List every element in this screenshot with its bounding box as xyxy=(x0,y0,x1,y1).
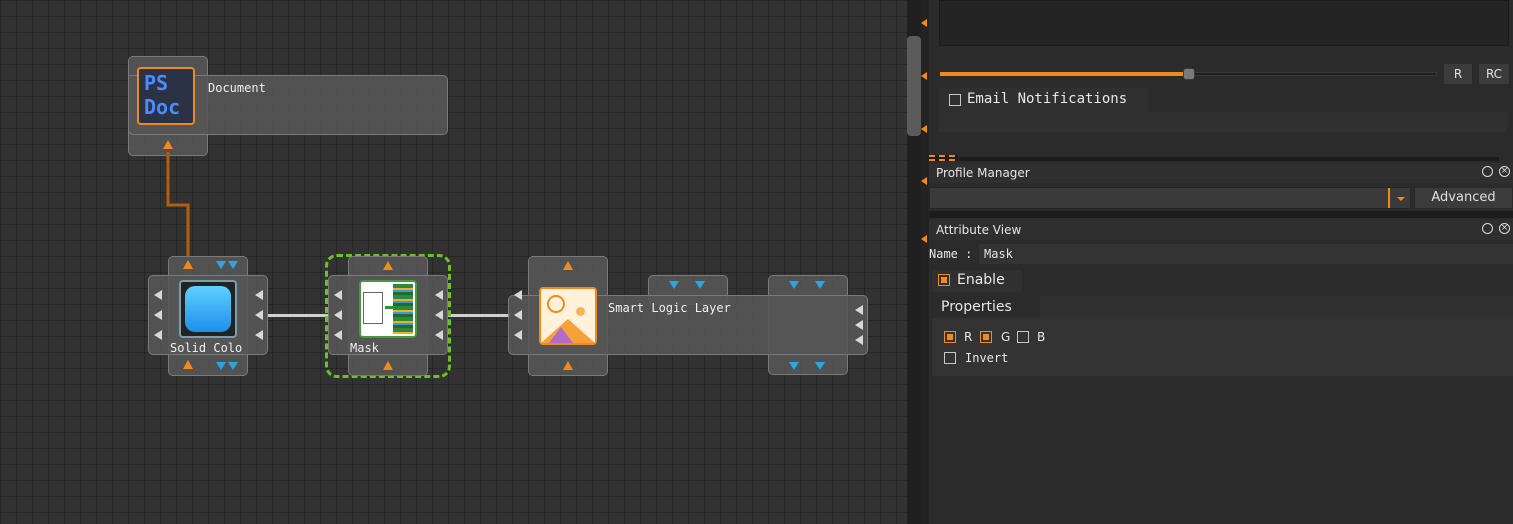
profile-manager-minimize-icon[interactable] xyxy=(1482,166,1493,177)
mask-right-port-3[interactable] xyxy=(435,330,443,340)
profile-manager-header: Profile Manager × xyxy=(929,163,1513,183)
properties-body xyxy=(932,318,1513,376)
email-notifications-checkbox[interactable] xyxy=(949,94,961,106)
solid-color-top-blue-port-2[interactable] xyxy=(228,261,238,269)
profile-manager-title: Profile Manager xyxy=(936,166,1030,180)
rc-button[interactable]: RC xyxy=(1478,63,1510,85)
chevron-down-icon[interactable] xyxy=(1397,197,1405,201)
solid-color-node-label: Solid Colo xyxy=(170,341,243,355)
mask-left-port-1[interactable] xyxy=(334,290,342,300)
email-sub-row xyxy=(939,112,1507,132)
splitter-marker-1 xyxy=(921,19,927,27)
solid-color-bottom-blue-port-2[interactable] xyxy=(228,362,238,370)
mask-top-port[interactable] xyxy=(383,261,393,270)
mask-to-smart-wire xyxy=(448,314,510,317)
smart-logic-node-label: Smart Logic Layer xyxy=(608,301,731,315)
properties-label: Properties xyxy=(941,299,1012,315)
advanced-button[interactable]: Advanced xyxy=(1414,187,1513,209)
mask-left-port-2[interactable] xyxy=(334,310,342,320)
smart-logic-blue-port-5[interactable] xyxy=(789,362,799,370)
smart-logic-blue-port-4[interactable] xyxy=(815,281,825,289)
slider-handle[interactable] xyxy=(1182,68,1195,80)
value-slider[interactable] xyxy=(940,68,1437,80)
invert-label: Invert xyxy=(965,351,1009,365)
channel-r-checkbox[interactable] xyxy=(944,331,956,343)
solid-color-left-port-1[interactable] xyxy=(154,290,162,300)
section-divider-2 xyxy=(929,211,1513,218)
solid-color-right-port-1[interactable] xyxy=(255,290,263,300)
enable-label: Enable xyxy=(957,272,1005,288)
mask-right-port-2[interactable] xyxy=(435,310,443,320)
channel-r-label: R xyxy=(964,330,973,344)
solid-color-right-port-3[interactable] xyxy=(255,330,263,340)
splitter-marker-2 xyxy=(921,72,927,80)
name-field[interactable]: Mask xyxy=(979,244,1513,264)
solid-color-left-port-3[interactable] xyxy=(154,330,162,340)
smart-logic-left-port-1[interactable] xyxy=(514,290,522,300)
solid-color-bottom-blue-port-1[interactable] xyxy=(216,362,226,370)
smart-logic-blue-port-6[interactable] xyxy=(815,362,825,370)
smart-logic-right-port-2[interactable] xyxy=(855,320,863,330)
smart-logic-left-port-2[interactable] xyxy=(514,310,522,320)
mask-node-label: Mask xyxy=(350,341,379,355)
canvas-scroll-thumb[interactable] xyxy=(907,36,921,136)
smart-logic-blue-port-3[interactable] xyxy=(789,281,799,289)
panel-splitter[interactable] xyxy=(921,0,929,524)
solid-color-input-port[interactable] xyxy=(183,260,193,269)
channel-g-label: G xyxy=(1001,330,1011,344)
solid-color-icon xyxy=(179,280,237,338)
smart-logic-right-port-3[interactable] xyxy=(855,335,863,345)
channel-g-checkbox[interactable] xyxy=(980,331,992,343)
smart-logic-left-port-3[interactable] xyxy=(514,330,522,340)
mask-right-port-1[interactable] xyxy=(435,290,443,300)
profile-manager-close-icon[interactable]: × xyxy=(1499,166,1510,177)
mask-bottom-port[interactable] xyxy=(383,361,393,370)
smart-logic-top-port[interactable] xyxy=(563,261,573,270)
solid-color-top-blue-port-1[interactable] xyxy=(216,261,226,269)
channel-b-label: B xyxy=(1037,330,1046,344)
smart-logic-blue-port-1[interactable] xyxy=(669,281,679,289)
canvas-vertical-scrollbar[interactable] xyxy=(907,0,921,524)
smart-logic-blue-port-2[interactable] xyxy=(695,281,705,289)
document-to-solid-wire xyxy=(166,152,190,258)
invert-checkbox[interactable] xyxy=(944,352,956,364)
splitter-marker-4 xyxy=(921,177,927,185)
dropdown-divider xyxy=(1388,188,1390,208)
name-field-value: Mask xyxy=(984,247,1013,261)
splitter-marker-3 xyxy=(921,125,927,133)
solid-color-left-port-2[interactable] xyxy=(154,310,162,320)
section-divider-1-bar xyxy=(959,157,1499,161)
mask-icon xyxy=(359,280,417,338)
smart-logic-bottom-port[interactable] xyxy=(563,361,573,370)
channel-b-checkbox[interactable] xyxy=(1017,331,1029,343)
solid-to-mask-wire xyxy=(268,314,330,317)
r-button[interactable]: R xyxy=(1443,63,1473,85)
smart-logic-right-port-1[interactable] xyxy=(855,305,863,315)
splitter-marker-5 xyxy=(921,235,927,243)
attribute-view-minimize-icon[interactable] xyxy=(1482,223,1493,234)
attribute-view-header: Attribute View × xyxy=(929,220,1513,240)
top-preview-area xyxy=(939,0,1509,46)
node-graph-canvas[interactable]: PS Doc Document Solid Colo Mask Smart Lo… xyxy=(0,0,907,524)
attribute-view-close-icon[interactable]: × xyxy=(1499,223,1510,234)
attribute-view-title: Attribute View xyxy=(936,223,1022,237)
enable-checkbox[interactable] xyxy=(938,274,950,286)
profile-dropdown[interactable] xyxy=(929,187,1411,209)
email-notifications-label: Email Notifications xyxy=(967,91,1128,107)
solid-color-bottom-port[interactable] xyxy=(183,360,193,369)
smart-logic-icon xyxy=(539,287,597,345)
mask-left-port-3[interactable] xyxy=(334,330,342,340)
slider-fill xyxy=(940,72,1189,76)
properties-panel: R RC Email Notifications Profile Manager… xyxy=(929,0,1513,524)
name-label: Name : xyxy=(929,247,973,261)
solid-color-right-port-2[interactable] xyxy=(255,310,263,320)
